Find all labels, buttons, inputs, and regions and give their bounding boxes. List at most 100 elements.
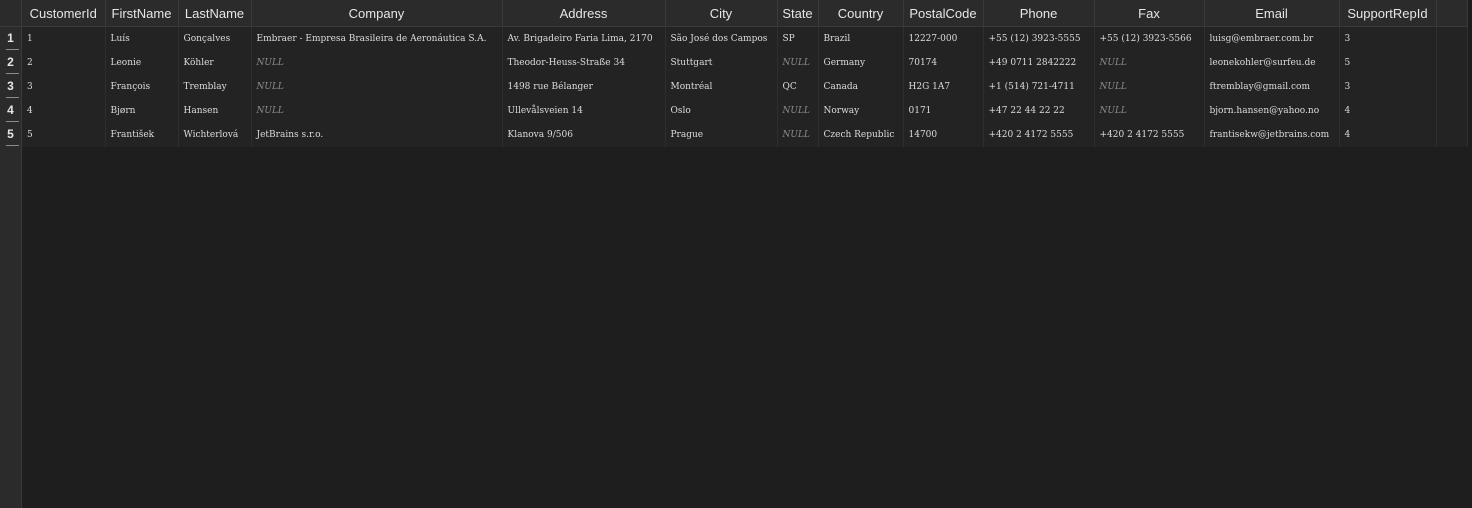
null-cell[interactable]: NULL: [1094, 50, 1205, 75]
null-cell[interactable]: NULL: [251, 98, 503, 123]
filler-cell: [1436, 98, 1468, 123]
cell-email[interactable]: luisg@embraer.com.br: [1204, 26, 1340, 51]
null-cell[interactable]: NULL: [1094, 74, 1205, 99]
table-row[interactable]: 5 František Wichterlová JetBrains s.r.o. Kla…: [22, 122, 1468, 147]
cell-postalcode[interactable]: H2G 1A7: [903, 74, 984, 99]
cell-state[interactable]: SP: [777, 26, 819, 51]
gutter-header-corner: [0, 0, 21, 27]
column-header-postalcode[interactable]: PostalCode: [903, 0, 984, 27]
cell-lastname[interactable]: Wichterlová: [178, 122, 252, 147]
cell-country[interactable]: Germany: [818, 50, 904, 75]
cell-address[interactable]: Ullevålsveien 14: [502, 98, 666, 123]
cell-fax[interactable]: +55 (12) 3923-5566: [1094, 26, 1205, 51]
cell-lastname[interactable]: Köhler: [178, 50, 252, 75]
column-header-state[interactable]: State: [777, 0, 819, 27]
cell-phone[interactable]: +1 (514) 721-4711: [983, 74, 1095, 99]
null-cell[interactable]: NULL: [1094, 98, 1205, 123]
cell-email[interactable]: frantisekw@jetbrains.com: [1204, 122, 1340, 147]
cell-postalcode[interactable]: 0171: [903, 98, 984, 123]
cell-country[interactable]: Norway: [818, 98, 904, 123]
cell-city[interactable]: Prague: [665, 122, 778, 147]
table-row[interactable]: 3 François Tremblay NULL 1498 rue Bélanger Mo…: [22, 74, 1468, 99]
query-results-window: 12345 CustomerId FirstName LastName Company…: [0, 0, 1472, 508]
filler-cell: [1436, 74, 1468, 99]
cell-lastname[interactable]: Tremblay: [178, 74, 252, 99]
header-row: CustomerId FirstName LastName Company Addres…: [22, 0, 1468, 27]
cell-phone[interactable]: +47 22 44 22 22: [983, 98, 1095, 123]
table-row[interactable]: 1 Luís Gonçalves Embraer - Empresa Brasilei…: [22, 26, 1468, 51]
cell-city[interactable]: São José dos Campos: [665, 26, 778, 51]
cell-country[interactable]: Brazil: [818, 26, 904, 51]
cell-fax[interactable]: +420 2 4172 5555: [1094, 122, 1205, 147]
cell-firstname[interactable]: František: [105, 122, 179, 147]
cell-address[interactable]: 1498 rue Bélanger: [502, 74, 666, 99]
column-header-city[interactable]: City: [665, 0, 778, 27]
column-header-filler: [1436, 0, 1468, 27]
row-number[interactable]: 3: [0, 75, 21, 99]
row-number[interactable]: 5: [0, 123, 21, 147]
table-row[interactable]: 4 Bjørn Hansen NULL Ullevålsveien 14 Oslo NULL…: [22, 98, 1468, 123]
cell-customerid[interactable]: 5: [22, 122, 106, 147]
results-grid: CustomerId FirstName LastName Company Addres…: [22, 0, 1468, 147]
column-header-customerid[interactable]: CustomerId: [22, 0, 106, 27]
results-table: CustomerId FirstName LastName Company Addres…: [22, 0, 1468, 147]
cell-email[interactable]: bjorn.hansen@yahoo.no: [1204, 98, 1340, 123]
cell-email[interactable]: ftremblay@gmail.com: [1204, 74, 1340, 99]
cell-email[interactable]: leonekohler@surfeu.de: [1204, 50, 1340, 75]
cell-city[interactable]: Stuttgart: [665, 50, 778, 75]
cell-company[interactable]: Embraer - Empresa Brasileira de Aeronáut…: [251, 26, 503, 51]
cell-address[interactable]: Av. Brigadeiro Faria Lima, 2170: [502, 26, 666, 51]
cell-firstname[interactable]: Luís: [105, 26, 179, 51]
row-number[interactable]: 2: [0, 51, 21, 75]
cell-customerid[interactable]: 1: [22, 26, 106, 51]
cell-phone[interactable]: +55 (12) 3923-5555: [983, 26, 1095, 51]
cell-phone[interactable]: +49 0711 2842222: [983, 50, 1095, 75]
cell-firstname[interactable]: François: [105, 74, 179, 99]
column-header-fax[interactable]: Fax: [1094, 0, 1205, 27]
cell-supportrepid[interactable]: 4: [1339, 98, 1437, 123]
column-header-firstname[interactable]: FirstName: [105, 0, 179, 27]
null-cell[interactable]: NULL: [777, 50, 819, 75]
cell-postalcode[interactable]: 12227-000: [903, 26, 984, 51]
cell-lastname[interactable]: Hansen: [178, 98, 252, 123]
null-cell[interactable]: NULL: [777, 98, 819, 123]
cell-supportrepid[interactable]: 3: [1339, 26, 1437, 51]
cell-supportrepid[interactable]: 4: [1339, 122, 1437, 147]
cell-city[interactable]: Montréal: [665, 74, 778, 99]
cell-postalcode[interactable]: 70174: [903, 50, 984, 75]
null-cell[interactable]: NULL: [251, 50, 503, 75]
column-header-country[interactable]: Country: [818, 0, 904, 27]
cell-firstname[interactable]: Leonie: [105, 50, 179, 75]
column-header-supportrepid[interactable]: SupportRepId: [1339, 0, 1437, 27]
column-header-company[interactable]: Company: [251, 0, 503, 27]
cell-customerid[interactable]: 2: [22, 50, 106, 75]
cell-customerid[interactable]: 4: [22, 98, 106, 123]
row-number-gutter: 12345: [0, 0, 22, 508]
cell-supportrepid[interactable]: 3: [1339, 74, 1437, 99]
column-header-address[interactable]: Address: [502, 0, 666, 27]
cell-phone[interactable]: +420 2 4172 5555: [983, 122, 1095, 147]
cell-lastname[interactable]: Gonçalves: [178, 26, 252, 51]
cell-address[interactable]: Klanova 9/506: [502, 122, 666, 147]
column-header-email[interactable]: Email: [1204, 0, 1340, 27]
cell-country[interactable]: Canada: [818, 74, 904, 99]
cell-address[interactable]: Theodor-Heuss-Straße 34: [502, 50, 666, 75]
row-number[interactable]: 4: [0, 99, 21, 123]
null-cell[interactable]: NULL: [251, 74, 503, 99]
cell-city[interactable]: Oslo: [665, 98, 778, 123]
cell-company[interactable]: JetBrains s.r.o.: [251, 122, 503, 147]
cell-supportrepid[interactable]: 5: [1339, 50, 1437, 75]
filler-cell: [1436, 50, 1468, 75]
column-header-lastname[interactable]: LastName: [178, 0, 252, 27]
row-number[interactable]: 1: [0, 27, 21, 51]
null-cell[interactable]: NULL: [777, 122, 819, 147]
filler-cell: [1436, 122, 1468, 147]
table-row[interactable]: 2 Leonie Köhler NULL Theodor-Heuss-Straße 34…: [22, 50, 1468, 75]
filler-cell: [1436, 26, 1468, 51]
column-header-phone[interactable]: Phone: [983, 0, 1095, 27]
cell-state[interactable]: QC: [777, 74, 819, 99]
cell-country[interactable]: Czech Republic: [818, 122, 904, 147]
cell-postalcode[interactable]: 14700: [903, 122, 984, 147]
cell-firstname[interactable]: Bjørn: [105, 98, 179, 123]
cell-customerid[interactable]: 3: [22, 74, 106, 99]
